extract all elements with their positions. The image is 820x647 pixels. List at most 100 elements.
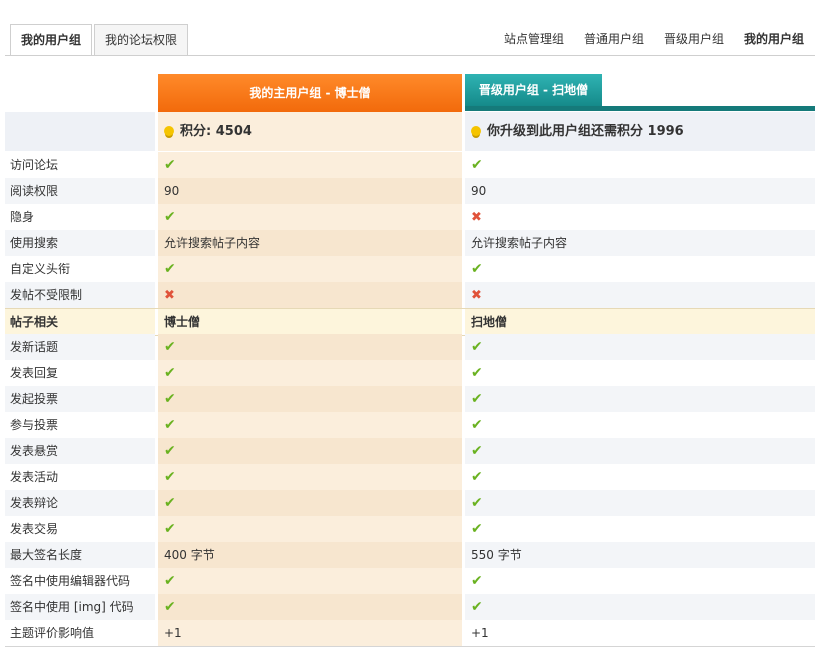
check-icon: ✔ xyxy=(471,469,483,485)
next-value-cell: 扫地僧 xyxy=(465,309,815,335)
nav-normal-groups[interactable]: 普通用户组 xyxy=(584,30,644,47)
upgrade-points-text: 你升级到此用户组还需积分 1996 xyxy=(487,124,684,139)
upgrade-group-underline xyxy=(465,106,815,111)
permission-label: 参与投票 xyxy=(10,418,59,432)
nav-my-groups[interactable]: 我的用户组 xyxy=(744,30,804,47)
table-row: 发表活动 ✔ ✔ xyxy=(5,464,815,490)
permission-label: 发帖不受限制 xyxy=(5,282,155,308)
next-permission-cell: ✔ xyxy=(465,490,815,516)
table-row: 阅读权限 90 90 xyxy=(5,178,815,204)
next-permission-cell: ✔ xyxy=(465,594,815,620)
tab-my-group[interactable]: 我的用户组 xyxy=(10,24,93,56)
check-icon: ✔ xyxy=(164,157,176,173)
main-permission-cell: ✔ xyxy=(158,360,462,386)
permission-label: 隐身 xyxy=(10,210,35,224)
check-icon: ✔ xyxy=(471,443,483,459)
table-row: 使用搜索 允许搜索帖子内容 允许搜索帖子内容 xyxy=(5,230,815,256)
main-permission-cell: ✔ xyxy=(158,256,462,282)
main-value-cell: 博士僧 xyxy=(158,309,462,335)
check-icon: ✔ xyxy=(164,495,176,511)
tab-divider xyxy=(5,55,815,56)
permission-label: 自定义头衔 xyxy=(10,262,71,276)
main-value-cell: +1 xyxy=(158,620,462,646)
check-icon: ✔ xyxy=(164,209,176,225)
main-permission-cell: ✔ xyxy=(158,568,462,594)
permission-label: 最大签名长度 xyxy=(5,542,155,568)
table-row: 帖子相关 博士僧 扫地僧 xyxy=(5,308,815,336)
table-row: 签名中使用编辑器代码 ✔ ✔ xyxy=(5,568,815,594)
table-row: 发起投票 ✔ ✔ xyxy=(5,386,815,412)
check-icon: ✔ xyxy=(471,157,483,173)
check-icon: ✔ xyxy=(164,469,176,485)
check-icon: ✔ xyxy=(164,261,176,277)
main-value-cell: 90 xyxy=(158,178,462,204)
check-icon: ✔ xyxy=(471,391,483,407)
main-permission-cell: ✔ xyxy=(158,334,462,360)
main-permission-cell: ✖ xyxy=(158,282,462,308)
table-row: 发表回复 ✔ ✔ xyxy=(5,360,815,386)
permission-label: 发表辩论 xyxy=(5,490,155,516)
table-row: 最大签名长度 400 字节 550 字节 xyxy=(5,542,815,568)
check-icon: ✔ xyxy=(164,391,176,407)
check-icon: ✔ xyxy=(471,573,483,589)
next-permission-cell: ✔ xyxy=(465,412,815,438)
cross-icon: ✖ xyxy=(471,210,482,225)
next-value-cell: 90 xyxy=(465,178,815,204)
table-row: 主题评价影响值 +1 +1 xyxy=(5,620,815,646)
upgrade-points: 你升级到此用户组还需积分 1996 xyxy=(465,112,815,151)
main-permission-cell: ✔ xyxy=(158,594,462,620)
next-permission-cell: ✔ xyxy=(465,568,815,594)
main-permission-cell: ✔ xyxy=(158,412,462,438)
permission-label: 使用搜索 xyxy=(5,230,155,256)
table-row: 隐身 ✔ ✖ xyxy=(5,204,815,230)
check-icon: ✔ xyxy=(471,495,483,511)
next-permission-cell: ✔ xyxy=(465,256,815,282)
main-value-cell: 允许搜索帖子内容 xyxy=(158,230,462,256)
next-permission-cell: ✖ xyxy=(465,204,815,230)
table-row: 自定义头衔 ✔ ✔ xyxy=(5,256,815,282)
lightbulb-icon xyxy=(471,126,481,136)
nav-admin-groups[interactable]: 站点管理组 xyxy=(504,30,564,47)
check-icon: ✔ xyxy=(471,417,483,433)
main-points: 积分: 4504 xyxy=(158,112,462,151)
main-value-cell: 400 字节 xyxy=(158,542,462,568)
next-permission-cell: ✖ xyxy=(465,282,815,308)
check-icon: ✔ xyxy=(164,521,176,537)
table-row: 参与投票 ✔ ✔ xyxy=(5,412,815,438)
check-icon: ✔ xyxy=(164,573,176,589)
group-nav: 站点管理组 普通用户组 晋级用户组 我的用户组 xyxy=(484,30,804,47)
check-icon: ✔ xyxy=(471,599,483,615)
permission-label: 阅读权限 xyxy=(5,178,155,204)
permission-label: 发表交易 xyxy=(10,522,59,536)
check-icon: ✔ xyxy=(164,443,176,459)
next-value-cell: 550 字节 xyxy=(465,542,815,568)
cross-icon: ✖ xyxy=(164,288,175,303)
next-permission-cell: ✔ xyxy=(465,386,815,412)
upgrade-group-header[interactable]: 晋级用户组 - 扫地僧 xyxy=(465,74,602,106)
permission-label: 发表活动 xyxy=(10,470,59,484)
next-permission-cell: ✔ xyxy=(465,516,815,542)
table-row: 发表辩论 ✔ ✔ xyxy=(5,490,815,516)
table-row: 发帖不受限制 ✖ ✖ xyxy=(5,282,815,308)
next-permission-cell: ✔ xyxy=(465,360,815,386)
tab-bar: 我的用户组 我的论坛权限 xyxy=(10,24,190,56)
permission-label: 发表回复 xyxy=(10,366,59,380)
next-permission-cell: ✔ xyxy=(465,152,815,178)
nav-upgrade-groups[interactable]: 晋级用户组 xyxy=(664,30,724,47)
main-permission-cell: ✔ xyxy=(158,386,462,412)
permission-label: 签名中使用 [img] 代码 xyxy=(5,594,155,620)
tab-forum-permissions[interactable]: 我的论坛权限 xyxy=(94,24,189,55)
table-row: 发新话题 ✔ ✔ xyxy=(5,334,815,360)
points-row-label xyxy=(5,112,155,151)
table-row: 发表交易 ✔ ✔ xyxy=(5,516,815,542)
permission-label: 发新话题 xyxy=(5,334,155,360)
permission-label: 帖子相关 xyxy=(5,309,155,335)
next-permission-cell: ✔ xyxy=(465,464,815,490)
check-icon: ✔ xyxy=(164,339,176,355)
next-value-cell: 允许搜索帖子内容 xyxy=(465,230,815,256)
main-points-text: 积分: 4504 xyxy=(180,124,252,139)
check-icon: ✔ xyxy=(471,261,483,277)
table-row: 签名中使用 [img] 代码 ✔ ✔ xyxy=(5,594,815,620)
table-row: 访问论坛 ✔ ✔ xyxy=(5,152,815,178)
main-permission-cell: ✔ xyxy=(158,516,462,542)
